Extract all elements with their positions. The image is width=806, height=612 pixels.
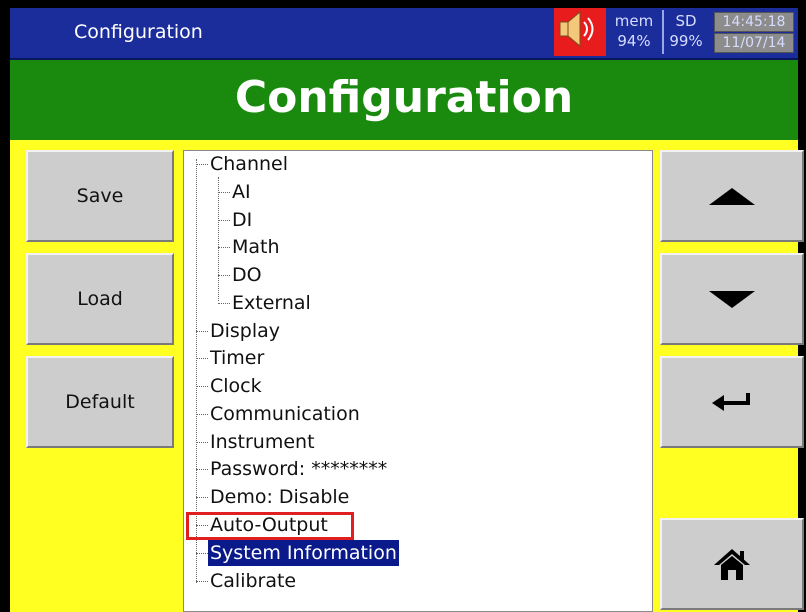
memory-label: mem (614, 12, 654, 30)
tree-connector (196, 553, 208, 554)
tree-item-di[interactable]: DI (230, 207, 254, 233)
save-button-label: Save (76, 185, 124, 207)
tree-connector (218, 220, 230, 221)
load-button-label: Load (77, 288, 123, 310)
tree-item-ai[interactable]: AI (230, 179, 253, 205)
tree-item-calibrate[interactable]: Calibrate (208, 568, 298, 594)
tree-item-do[interactable]: DO (230, 262, 264, 288)
tree-connector (218, 275, 230, 276)
tree-connector (196, 358, 208, 359)
home-icon (714, 549, 750, 580)
status-bar: Configuration mem 94% SD 99% 14:45:18 11… (10, 8, 798, 60)
tree-connector (196, 159, 197, 583)
tree-item-communication[interactable]: Communication (208, 401, 362, 427)
tree-connector (196, 525, 208, 526)
config-tree[interactable]: Channel AI DI Math DO External Display T… (183, 150, 653, 612)
speaker-icon[interactable] (554, 8, 606, 56)
tree-connector (196, 331, 208, 332)
tree-connector (218, 177, 219, 301)
tree-connector (218, 192, 230, 193)
memory-indicator: mem 94% (610, 10, 658, 54)
save-button[interactable]: Save (26, 150, 174, 242)
home-button[interactable] (660, 518, 804, 610)
tree-connector (218, 247, 230, 248)
tree-item-timer[interactable]: Timer (208, 345, 266, 371)
page-header: Configuration (10, 60, 798, 140)
tree-item-external[interactable]: External (230, 290, 313, 316)
hmi-screen: Configuration mem 94% SD 99% 14:45:18 11… (0, 0, 806, 612)
window-title: Configuration (74, 21, 203, 43)
tree-item-instrument[interactable]: Instrument (208, 429, 317, 455)
tree-item-channel[interactable]: Channel (208, 151, 290, 177)
default-button[interactable]: Default (26, 356, 174, 448)
default-button-label: Default (65, 391, 135, 413)
sd-value: 99% (669, 32, 703, 50)
scroll-down-button[interactable] (660, 253, 804, 345)
tree-item-auto-output[interactable]: Auto-Output (208, 512, 330, 538)
enter-icon (712, 393, 750, 411)
tree-connector (218, 303, 230, 304)
tree-item-system-information[interactable]: System Information (208, 540, 399, 566)
tree-connector (196, 414, 208, 415)
tree-item-demo[interactable]: Demo: Disable (208, 484, 351, 510)
scroll-up-button[interactable] (660, 150, 804, 242)
tree-connector (196, 386, 208, 387)
tree-item-math[interactable]: Math (230, 234, 282, 260)
tree-connector (196, 581, 208, 582)
tree-connector (196, 497, 208, 498)
tree-connector (196, 442, 208, 443)
clock-time: 14:45:18 (714, 12, 794, 32)
arrow-down-icon (709, 290, 755, 308)
page-title: Configuration (234, 72, 574, 123)
load-button[interactable]: Load (26, 253, 174, 345)
memory-value: 94% (617, 32, 651, 50)
clock-date: 11/07/14 (714, 33, 794, 53)
tree-item-clock[interactable]: Clock (208, 373, 264, 399)
tree-item-password[interactable]: Password: ******** (208, 456, 389, 482)
sd-indicator: SD 99% (662, 10, 708, 54)
tree-item-display[interactable]: Display (208, 318, 282, 344)
sd-label: SD (675, 12, 697, 30)
tree-connector (196, 164, 208, 165)
arrow-up-icon (709, 187, 755, 205)
tree-connector (196, 469, 208, 470)
enter-button[interactable] (660, 356, 804, 448)
